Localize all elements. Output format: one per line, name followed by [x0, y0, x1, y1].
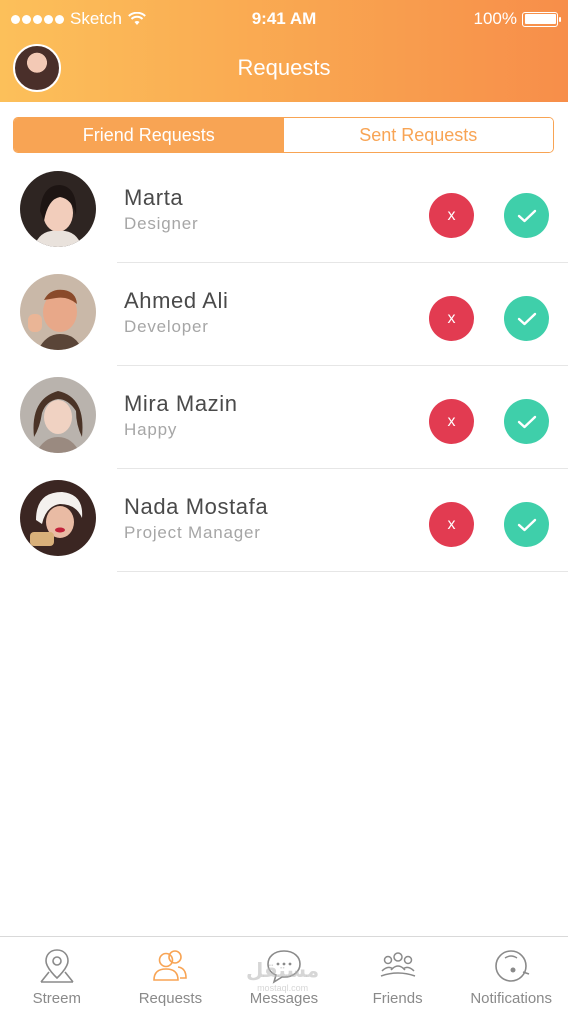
checkmark-icon [517, 312, 536, 325]
battery-label: 100% [473, 9, 517, 28]
group-icon [380, 952, 415, 977]
list-item: Nada Mostafa Project Manager x [0, 469, 568, 572]
header: Sketch 9:41 AM 100% Requests [0, 0, 568, 102]
accept-button[interactable] [504, 502, 549, 547]
request-name: Marta [124, 185, 184, 210]
reject-button[interactable]: x [429, 502, 474, 547]
request-role: Happy [124, 420, 178, 439]
avatar [20, 377, 96, 453]
accept-button[interactable] [504, 399, 549, 444]
checkmark-icon [517, 415, 536, 428]
list-item: Mira Mazin Happy x [0, 366, 568, 469]
chat-bubble-icon [267, 950, 301, 984]
reject-button[interactable]: x [429, 193, 474, 238]
tab-label: Messages [249, 990, 319, 1007]
close-icon: x [447, 206, 456, 224]
tab-label: Friends [372, 990, 423, 1007]
tab-requests[interactable]: Requests [114, 937, 228, 1010]
accept-button[interactable] [504, 193, 549, 238]
tab-friend-requests[interactable]: Friend Requests [14, 118, 284, 152]
bell-icon [495, 950, 530, 982]
battery-icon [522, 11, 561, 27]
request-list: Marta Designer x Ahmed Ali Developer x M… [0, 160, 568, 572]
tab-notifications[interactable]: Notifications [454, 937, 568, 1010]
request-role: Project Manager [124, 523, 261, 542]
map-pin-icon [40, 949, 74, 983]
people-icon [153, 950, 188, 981]
tab-friends[interactable]: Friends [341, 937, 455, 1010]
page-title: Requests [237, 55, 331, 80]
close-icon: x [447, 515, 456, 533]
close-icon: x [447, 412, 456, 430]
request-name: Ahmed Ali [124, 288, 229, 313]
request-role: Developer [124, 317, 209, 336]
tab-label: Requests [138, 990, 203, 1007]
request-role: Designer [124, 214, 199, 233]
accept-button[interactable] [504, 296, 549, 341]
close-icon: x [447, 309, 456, 327]
row-divider [117, 570, 568, 572]
request-name: Mira Mazin [124, 391, 238, 416]
avatar [20, 274, 96, 350]
avatar [20, 480, 96, 556]
checkmark-icon [517, 518, 536, 531]
avatar [20, 171, 96, 247]
status-bar: Sketch 9:41 AM 100% [0, 0, 568, 38]
tab-label: Streem [32, 990, 81, 1007]
tab-label: Notifications [470, 990, 553, 1007]
status-right: 100% [473, 9, 561, 29]
checkmark-icon [517, 209, 536, 222]
request-name: Nada Mostafa [124, 494, 269, 519]
reject-button[interactable]: x [429, 399, 474, 444]
tab-streem[interactable]: Streem [0, 937, 114, 1010]
list-item: Marta Designer x [0, 160, 568, 263]
tab-messages[interactable]: Messages [227, 937, 341, 1010]
list-item: Ahmed Ali Developer x [0, 263, 568, 366]
reject-button[interactable]: x [429, 296, 474, 341]
tab-sent-requests[interactable]: Sent Requests [283, 118, 553, 152]
tab-bar: Streem Requests Messages Friends Notific… [0, 936, 568, 1010]
battery-fill [524, 14, 556, 24]
requests-segmented-control: Friend Requests Sent Requests [13, 117, 554, 153]
